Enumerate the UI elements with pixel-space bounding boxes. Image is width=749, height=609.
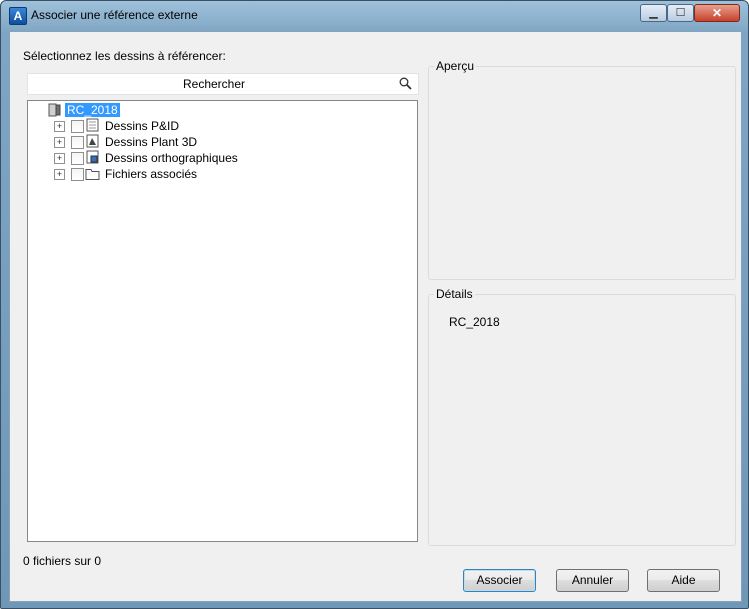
tree-node-label: Dessins Plant 3D (105, 135, 198, 149)
details-label: Détails (434, 287, 475, 301)
tree-node-label: Dessins orthographiques (105, 151, 238, 165)
expand-icon[interactable]: + (54, 169, 65, 180)
details-group: Détails RC_2018 (428, 287, 736, 546)
drawing-tree[interactable]: RC_2018 + Dessins P&ID + Dessins Plant 3… (27, 100, 418, 542)
pid-drawing-icon (86, 118, 99, 132)
search-icon[interactable] (399, 77, 412, 90)
window-title: Associer une référence externe (31, 8, 198, 22)
help-button[interactable]: Aide (647, 569, 720, 592)
close-icon: ✕ (711, 6, 723, 20)
title-bar[interactable]: A Associer une référence externe ▁ ☐ ✕ (1, 1, 748, 31)
ortho-drawing-icon (86, 150, 99, 164)
close-button[interactable]: ✕ (694, 4, 740, 22)
tree-node-label: Fichiers associés (105, 167, 198, 181)
file-count-status: 0 fichiers sur 0 (23, 554, 102, 568)
tree-node[interactable]: + Dessins P&ID (28, 118, 328, 134)
folder-icon (85, 169, 100, 180)
cancel-button[interactable]: Annuler (556, 569, 629, 592)
expand-icon[interactable]: + (54, 137, 65, 148)
dialog-window: A Associer une référence externe ▁ ☐ ✕ S… (0, 0, 749, 609)
minimize-button[interactable]: ▁ (640, 4, 667, 22)
tree-node-label: Dessins P&ID (105, 119, 180, 133)
tree-node[interactable]: + Dessins Plant 3D (28, 134, 328, 150)
tree-node-root-label[interactable]: RC_2018 (65, 103, 120, 117)
plant3d-drawing-icon (86, 134, 99, 148)
tree-node[interactable]: + Fichiers associés (28, 166, 328, 182)
node-checkbox[interactable] (71, 152, 84, 165)
maximize-icon: ☐ (675, 7, 686, 19)
maximize-button[interactable]: ☐ (667, 4, 694, 22)
project-icon (48, 103, 61, 117)
tree-node[interactable]: + Dessins orthographiques (28, 150, 328, 166)
autocad-app-icon[interactable]: A (9, 7, 27, 25)
tree-node-root[interactable]: RC_2018 (48, 102, 248, 118)
expand-icon[interactable]: + (54, 121, 65, 132)
details-value: RC_2018 (449, 315, 500, 329)
instruction-label: Sélectionnez les dessins à référencer: (23, 49, 226, 63)
expand-icon[interactable]: + (54, 153, 65, 164)
attach-button[interactable]: Associer (463, 569, 536, 592)
dialog-client-area: Sélectionnez les dessins à référencer: R… (9, 31, 742, 602)
node-checkbox[interactable] (71, 168, 84, 181)
preview-group: Aperçu (428, 59, 736, 280)
node-checkbox[interactable] (71, 120, 84, 133)
search-placeholder: Rechercher (182, 77, 246, 91)
preview-label: Aperçu (434, 59, 477, 73)
minimize-icon: ▁ (649, 7, 658, 19)
node-checkbox[interactable] (71, 136, 84, 149)
search-input[interactable]: Rechercher (27, 73, 419, 95)
